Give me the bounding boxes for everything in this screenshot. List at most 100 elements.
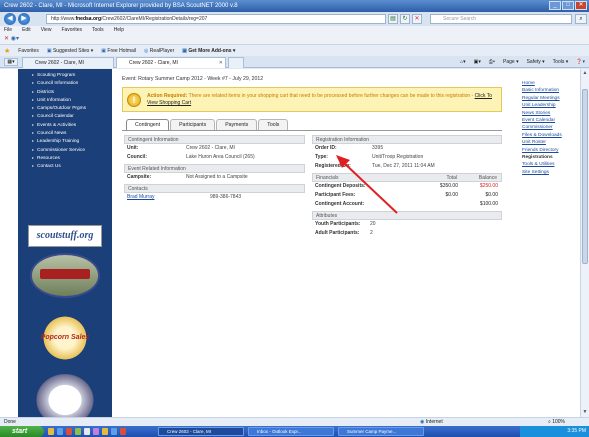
- nav-districts[interactable]: Districts: [32, 88, 112, 96]
- nav-unit-information[interactable]: Unit Information: [32, 96, 112, 104]
- ie-page-icon: ▣: [101, 47, 107, 54]
- contact-phone: 989-386-7843: [210, 194, 242, 200]
- nav-leadership-training[interactable]: Leadership Training: [32, 137, 112, 145]
- stop-icon[interactable]: ✕: [412, 14, 422, 24]
- quicklaunch-app-icon[interactable]: [66, 428, 72, 435]
- search-icon[interactable]: ⌕: [575, 14, 587, 24]
- scroll-thumb[interactable]: [582, 89, 588, 264]
- tools-menu[interactable]: Tools ▾: [553, 57, 569, 67]
- nav-scouting-program[interactable]: Scouting Program: [32, 71, 112, 79]
- registration-header: Registration Information: [312, 135, 502, 144]
- rnav-tools-utilities[interactable]: Tools & Utilities: [522, 161, 580, 168]
- quicklaunch-app-icon[interactable]: [93, 428, 99, 435]
- browser-tab-2[interactable]: Crew 2602 - Clare, MI ✕: [116, 57, 226, 68]
- round-patch-image[interactable]: [32, 370, 98, 417]
- quick-tabs-button[interactable]: ▦▾: [4, 58, 18, 66]
- safety-menu[interactable]: Safety ▾: [527, 57, 545, 67]
- nav-resources[interactable]: Resources: [32, 154, 112, 162]
- forward-button[interactable]: ▶: [18, 13, 30, 25]
- nav-events-activities[interactable]: Events & Activities: [32, 121, 112, 129]
- quicklaunch-app-icon[interactable]: [111, 428, 117, 435]
- url-domain: fnedsa.org: [75, 16, 102, 22]
- home-icon[interactable]: ⌂▾: [460, 57, 466, 67]
- zoom-level[interactable]: ⌕ 100%: [548, 418, 565, 426]
- scroll-down-icon[interactable]: ▼: [581, 409, 589, 416]
- status-text: Done: [4, 419, 16, 425]
- browser-tab-1[interactable]: Crew 2602 - Clare, MI: [22, 57, 114, 68]
- scroll-up-icon[interactable]: ▲: [581, 70, 589, 77]
- feeds-icon[interactable]: ▣▾: [474, 57, 481, 67]
- financial-row: Participant Fees: $0.00 $0.00: [312, 191, 502, 200]
- search-input[interactable]: Secure Search: [430, 14, 572, 24]
- compatibility-icon[interactable]: ▤: [388, 14, 398, 24]
- close-window-button[interactable]: ✕: [575, 1, 587, 10]
- rnav-unit-roster[interactable]: Unit Roster: [522, 139, 580, 146]
- back-button[interactable]: ◀: [4, 13, 16, 25]
- quicklaunch-app-icon[interactable]: [84, 428, 90, 435]
- rnav-commissioner[interactable]: Commissioner: [522, 124, 580, 131]
- nav-council-news[interactable]: Council News: [32, 129, 112, 137]
- nav-contact-us[interactable]: Contact Us: [32, 162, 112, 170]
- close-tab-icon[interactable]: ✕: [219, 58, 223, 68]
- menu-help[interactable]: Help: [114, 26, 124, 35]
- vertical-scrollbar[interactable]: ▲ ▼: [580, 69, 589, 417]
- menu-edit[interactable]: Edit: [22, 26, 31, 35]
- maximize-button[interactable]: □: [562, 1, 574, 10]
- council-patch-image[interactable]: [30, 253, 100, 298]
- new-tab-button[interactable]: [228, 57, 244, 68]
- rnav-site-settings[interactable]: Site Settings: [522, 169, 580, 176]
- rnav-files-downloads[interactable]: Files & Downloads: [522, 132, 580, 139]
- print-icon[interactable]: ⎙▾: [489, 57, 495, 67]
- fav-realplayer[interactable]: ◎ RealPlayer: [144, 48, 174, 54]
- help-icon[interactable]: ❓▾: [576, 57, 585, 67]
- fav-free-hotmail[interactable]: ▣ Free Hotmail: [101, 48, 136, 54]
- menu-favorites[interactable]: Favorites: [61, 26, 82, 35]
- rnav-regular-meetings[interactable]: Regular Meetings: [522, 95, 580, 102]
- minimize-button[interactable]: _: [549, 1, 561, 10]
- popcorn-sales-logo[interactable]: Popcorn Sales: [40, 313, 90, 363]
- rnav-basic-information[interactable]: Basic Information: [522, 87, 580, 94]
- quicklaunch-app-icon[interactable]: [75, 428, 81, 435]
- order-value: 3395: [372, 145, 384, 151]
- zoom-icon: ⌕: [548, 419, 551, 425]
- menu-tools[interactable]: Tools: [92, 26, 104, 35]
- close-toolbar-icon[interactable]: ✕: [4, 36, 9, 42]
- menu-view[interactable]: View: [41, 26, 52, 35]
- fav-realplayer-label: RealPlayer: [149, 47, 175, 54]
- taskbar-ie-window[interactable]: Crew 2602 - Clare, MI: [158, 427, 244, 436]
- nav-council-information[interactable]: Council Information: [32, 79, 112, 87]
- rnav-registrations[interactable]: Registrations: [522, 154, 580, 161]
- clock[interactable]: 3:35 PM: [567, 428, 586, 434]
- nav-council-calendar[interactable]: Council Calendar: [32, 112, 112, 120]
- scoutstuff-logo[interactable]: scoutstuff.org: [28, 225, 102, 247]
- window-controls: _ □ ✕: [549, 1, 587, 10]
- realplayer-icon: ◎: [144, 47, 149, 54]
- rnav-friends-directory[interactable]: Friends Directory: [522, 147, 580, 154]
- nav-camps[interactable]: Camps/Outdoor Prgms: [32, 104, 112, 112]
- search-placeholder: Secure Search: [443, 16, 477, 22]
- quicklaunch-app-icon[interactable]: [102, 428, 108, 435]
- menu-file[interactable]: File: [4, 26, 12, 35]
- refresh-icon[interactable]: ↻: [400, 14, 410, 24]
- contact-name-link[interactable]: Brad Murray: [127, 193, 155, 202]
- quicklaunch-app-icon[interactable]: [120, 428, 126, 435]
- rnav-news-stories[interactable]: News Stories: [522, 110, 580, 117]
- taskbar-outlook-window[interactable]: Inbox - Outlook Expr...: [248, 427, 334, 436]
- fav-suggested-sites[interactable]: ▣ Suggested Sites ▾: [47, 48, 93, 54]
- quicklaunch-ie-icon[interactable]: [57, 428, 63, 435]
- quicklaunch-folder-icon[interactable]: [48, 428, 54, 435]
- nav-commissioner-service[interactable]: Commissioner Service: [32, 146, 112, 154]
- adult-row: Adult Participants: 2: [312, 229, 502, 238]
- favorites-star-icon[interactable]: ★: [4, 47, 10, 55]
- fees-balance: $0.00: [485, 192, 498, 198]
- page-menu[interactable]: Page ▾: [503, 57, 519, 67]
- taskbar-summer-camp-window[interactable]: Summer Camp Payme...: [338, 427, 424, 436]
- start-button[interactable]: start: [0, 426, 44, 437]
- url-input[interactable]: http://www.fnedsa.org/Crew2602/ClareMI/R…: [46, 14, 386, 24]
- addon-icon[interactable]: ◉▾: [11, 36, 19, 42]
- rnav-home[interactable]: Home: [522, 80, 580, 87]
- fav-addons[interactable]: ▣ Get More Add-ons ▾: [182, 48, 235, 54]
- rnav-unit-leadership[interactable]: Unit Leadership: [522, 102, 580, 109]
- favorites-label[interactable]: Favorites: [18, 48, 39, 54]
- rnav-event-calendar[interactable]: Event Calendar: [522, 117, 580, 124]
